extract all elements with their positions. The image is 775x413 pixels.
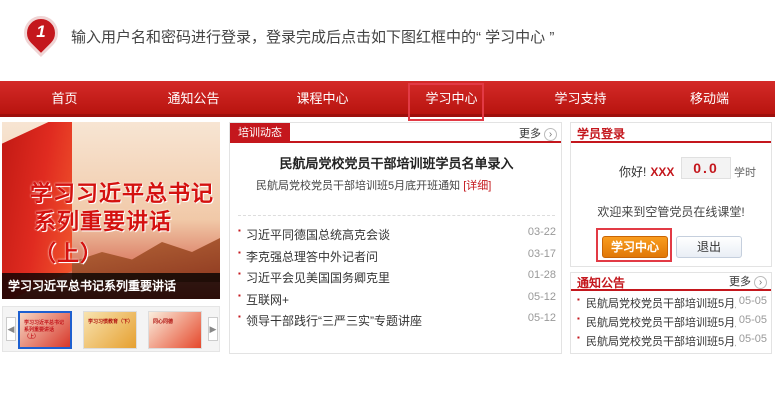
news-item-date: 03-22 — [527, 226, 556, 238]
nav-item-home[interactable]: 首页 — [0, 81, 129, 114]
news-list: 习近平同德国总统高克会谈 03-22 李克强总理答中外记者问 03-17 习近平会见… — [238, 226, 556, 334]
thumbnail-strip: ◀ 学习习近平总书记系列重要讲话（上） 学习习惯教育（下） 同心同德 ▶ — [2, 306, 220, 352]
news-item[interactable]: 李克强总理答中外记者问 03-17 — [238, 248, 556, 270]
notice-panel: 通知公告 更多› 民航局党校党员干部培训班5月底开05-05 民航局党校党员干部… — [570, 272, 772, 354]
notice-item[interactable]: 民航局党校党员干部培训班5月底开05-05 — [577, 295, 767, 314]
divider — [238, 215, 555, 216]
welcome-text: 欢迎来到空管党员在线课堂! — [597, 205, 745, 219]
news-item-date: 05-12 — [527, 290, 556, 303]
notice-list: 民航局党校党员干部培训班5月底开05-05 民航局党校党员干部培训班5月底开05… — [577, 295, 767, 352]
news-item[interactable]: 习近平会见美国国务卿克里 01-28 — [238, 269, 556, 291]
news-item[interactable]: 领导干部践行“三严三实”专题讲座 05-12 — [238, 312, 556, 334]
chevron-left-icon[interactable]: ◀ — [6, 317, 16, 341]
thumbnail-1[interactable]: 学习习近平总书记系列重要讲话（上） — [18, 311, 72, 349]
news-item-date: 05-12 — [527, 312, 556, 324]
news-item[interactable]: 互联网+ 05-12 — [238, 291, 556, 313]
notice-item-date: 05-05 — [738, 295, 767, 307]
greeting: 你好! XXX — [619, 163, 674, 180]
nav-highlight-box — [408, 83, 484, 121]
thumbnail-2[interactable]: 学习习惯教育（下） — [83, 311, 137, 349]
news-subline-text[interactable]: 民航局党校党员干部培训班5月底开班通知 — [256, 180, 460, 192]
chevron-right-icon[interactable]: ▶ — [208, 317, 218, 341]
exit-button[interactable]: 退出 — [676, 236, 742, 258]
button-highlight-box — [596, 228, 672, 262]
news-item-date: 01-28 — [527, 269, 556, 281]
username: XXX — [650, 165, 675, 179]
news-item-title: 李克强总理答中外记者问 — [246, 249, 379, 264]
thumbnail-2-label: 学习习惯教育（下） — [88, 319, 134, 325]
notice-item-date: 05-05 — [738, 333, 767, 345]
main-nav: 首页 通知公告 课程中心 学习中心 学习支持 移动端 — [0, 81, 775, 117]
detail-link[interactable]: [详细] — [463, 180, 491, 192]
news-header: 培训动态 更多 › — [230, 123, 561, 143]
thumbnail-3[interactable]: 同心同德 — [148, 311, 202, 349]
thumbnail-3-label: 同心同德 — [153, 319, 174, 325]
login-title: 学员登录 — [577, 127, 626, 141]
chevron-right-icon: › — [544, 128, 557, 141]
login-header: 学员登录 — [571, 123, 771, 143]
news-headline[interactable]: 民航局党校党员干部培训班学员名单录入 — [230, 153, 563, 172]
news-panel: 培训动态 更多 › 民航局党校党员干部培训班学员名单录入 民航局党校党员干部培训班… — [229, 122, 562, 354]
chevron-right-icon: › — [754, 276, 767, 289]
notice-item[interactable]: 民航局党校党员干部培训班5月底开05-05 — [577, 333, 767, 352]
news-subline: 民航局党校党员干部培训班5月底开班通知 [详细] — [256, 177, 491, 193]
nav-item-courses[interactable]: 课程中心 — [258, 81, 387, 114]
nav-item-notices[interactable]: 通知公告 — [129, 81, 258, 114]
banner-slide[interactable]: 学习习近平总书记 系列重要讲话（上） 学习习近平总书记系列重要讲话 — [2, 122, 220, 299]
thumbnail-1-label: 学习习近平总书记系列重要讲话（上） — [24, 320, 65, 340]
nav-item-mobile[interactable]: 移动端 — [645, 81, 774, 114]
greeting-text: 你好! — [619, 165, 647, 179]
news-item-title: 互联网+ — [246, 292, 290, 307]
more-label: 更多 — [729, 276, 751, 288]
notice-item-title: 民航局党校党员干部培训班5月底开 — [586, 298, 736, 310]
study-hours-unit: 学时 — [734, 167, 756, 179]
notice-more-link[interactable]: 更多 › — [729, 273, 767, 289]
step-badge: 1 — [16, 8, 66, 58]
step-number: 1 — [36, 22, 46, 41]
notice-item-date: 05-05 — [738, 314, 767, 326]
notice-item-title: 民航局党校党员干部培训班5月底开 — [586, 317, 736, 329]
tab-training-news[interactable]: 培训动态 — [230, 123, 290, 143]
news-item-title: 习近平会见美国国务卿克里 — [246, 271, 391, 285]
study-hours-value: 0.0 — [681, 157, 731, 179]
banner-title-line2: 系列重要讲话（上） — [34, 209, 173, 266]
news-more-link[interactable]: 更多 › — [519, 125, 557, 141]
instruction-text: 输入用户名和密码进行登录，登录完成后点击如下图红框中的“ 学习中心 ” — [71, 29, 555, 46]
news-item-title: 习近平同德国总统高克会谈 — [246, 228, 391, 242]
more-label: 更多 — [519, 128, 541, 140]
news-item-date: 03-17 — [527, 247, 556, 260]
news-item-title: 领导干部践行“三严三实”专题讲座 — [246, 314, 422, 328]
notice-item-title: 民航局党校党员干部培训班5月底开 — [586, 336, 736, 348]
notice-item[interactable]: 民航局党校党员干部培训班5月底开05-05 — [577, 314, 767, 333]
banner-caption: 学习习近平总书记系列重要讲话 — [2, 273, 220, 299]
nav-item-support[interactable]: 学习支持 — [516, 81, 645, 114]
notice-title: 通知公告 — [577, 276, 626, 290]
news-item[interactable]: 习近平同德国总统高克会谈 03-22 — [238, 226, 556, 248]
notice-header: 通知公告 更多 › — [571, 273, 771, 291]
